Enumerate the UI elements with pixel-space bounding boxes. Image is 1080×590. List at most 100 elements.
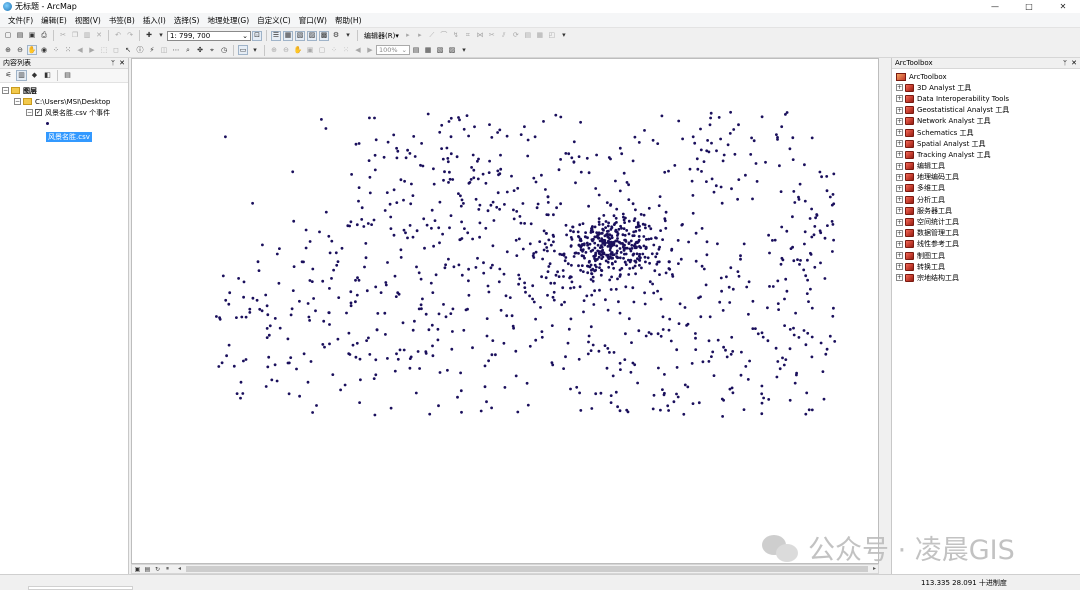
scenic-spot-point[interactable] <box>478 221 482 225</box>
scenic-spot-point[interactable] <box>479 409 483 413</box>
scenic-spot-point[interactable] <box>667 267 671 270</box>
scenic-spot-point[interactable] <box>515 210 519 213</box>
scenic-spot-point[interactable] <box>577 235 580 238</box>
scenic-spot-point[interactable] <box>623 358 627 361</box>
refresh-icon[interactable]: ↻ <box>153 565 162 573</box>
scenic-spot-point[interactable] <box>567 152 571 156</box>
full-extent-icon[interactable]: ◉ <box>39 45 49 55</box>
sketch-properties-icon[interactable]: ▦ <box>535 31 545 41</box>
scenic-spot-point[interactable] <box>677 322 681 325</box>
scenic-spot-point[interactable] <box>430 323 434 327</box>
scenic-spot-point[interactable] <box>374 138 378 142</box>
scenic-spot-point[interactable] <box>828 195 832 199</box>
scenic-spot-point[interactable] <box>265 327 269 330</box>
scenic-spot-point[interactable] <box>414 391 418 395</box>
open-folder-icon[interactable]: ▤ <box>15 31 25 41</box>
scenic-spot-point[interactable] <box>489 203 493 207</box>
list-by-selection-icon[interactable]: ◧ <box>42 70 53 81</box>
scenic-spot-point[interactable] <box>531 284 535 288</box>
scenic-spot-point[interactable] <box>618 247 622 250</box>
scenic-spot-point[interactable] <box>415 229 419 233</box>
scenic-spot-point[interactable] <box>791 245 794 249</box>
scenic-spot-point[interactable] <box>663 373 666 376</box>
scenic-spot-point[interactable] <box>751 299 755 303</box>
scenic-spot-point[interactable] <box>595 153 598 157</box>
edit-vertices-icon[interactable]: ⌗ <box>463 31 473 41</box>
scenic-spot-point[interactable] <box>702 267 706 271</box>
scenic-spot-point[interactable] <box>771 239 774 242</box>
scenic-spot-point[interactable] <box>355 341 359 345</box>
toolbox-item[interactable]: + 分析工具 <box>892 194 1080 205</box>
scenic-spot-point[interactable] <box>460 273 464 277</box>
data-view-icon[interactable]: ▣ <box>133 565 142 573</box>
scenic-spot-point[interactable] <box>825 175 829 178</box>
scenic-spot-point[interactable] <box>788 328 792 331</box>
layout-back-icon[interactable]: ◀ <box>353 45 363 55</box>
scenic-spot-point[interactable] <box>540 335 544 339</box>
scenic-spot-point[interactable] <box>438 130 442 134</box>
scenic-spot-point[interactable] <box>267 333 271 337</box>
scenic-spot-point[interactable] <box>526 154 530 158</box>
scenic-spot-point[interactable] <box>729 110 732 114</box>
scenic-spot-point[interactable] <box>315 404 318 407</box>
scenic-spot-point[interactable] <box>392 133 396 137</box>
scenic-spot-point[interactable] <box>572 230 575 234</box>
scenic-spot-point[interactable] <box>491 244 495 248</box>
scenic-spot-point[interactable] <box>733 152 737 156</box>
scenic-spot-point[interactable] <box>388 202 392 206</box>
scenic-spot-point[interactable] <box>616 277 619 281</box>
scenic-spot-point[interactable] <box>708 123 712 127</box>
scenic-spot-point[interactable] <box>581 270 585 273</box>
scenic-spot-point[interactable] <box>832 172 836 176</box>
scenic-spot-point[interactable] <box>518 277 522 281</box>
scenic-spot-point[interactable] <box>365 289 369 293</box>
scenic-spot-point[interactable] <box>360 218 364 221</box>
scenic-spot-point[interactable] <box>430 226 433 230</box>
scenic-spot-point[interactable] <box>443 170 446 174</box>
scenic-spot-point[interactable] <box>587 171 591 175</box>
scenic-spot-point[interactable] <box>628 267 632 270</box>
scenic-spot-point[interactable] <box>597 232 601 236</box>
scenic-spot-point[interactable] <box>345 311 348 315</box>
scenic-spot-point[interactable] <box>239 380 243 384</box>
menu-bookmarks[interactable]: 书签(B) <box>105 15 139 26</box>
scenic-spot-point[interactable] <box>531 297 534 301</box>
scenic-spot-point[interactable] <box>629 239 633 243</box>
scenic-spot-point[interactable] <box>612 214 616 218</box>
scenic-spot-point[interactable] <box>266 313 270 317</box>
scenic-spot-point[interactable] <box>778 367 782 371</box>
scenic-spot-point[interactable] <box>598 288 601 292</box>
scenic-spot-point[interactable] <box>824 352 828 356</box>
scenic-spot-point[interactable] <box>395 156 399 160</box>
scenic-spot-point[interactable] <box>465 114 469 117</box>
scenic-spot-point[interactable] <box>627 198 631 202</box>
scenic-spot-point[interactable] <box>512 217 516 221</box>
scenic-spot-point[interactable] <box>438 241 441 245</box>
scenic-spot-point[interactable] <box>659 408 662 412</box>
scenic-spot-point[interactable] <box>457 116 460 119</box>
scenic-spot-point[interactable] <box>532 300 536 304</box>
scenic-spot-point[interactable] <box>411 194 415 198</box>
scenic-spot-point[interactable] <box>515 254 519 257</box>
scenic-spot-point[interactable] <box>485 334 489 338</box>
scenic-spot-point[interactable] <box>484 226 488 230</box>
scenic-spot-point[interactable] <box>699 315 703 319</box>
scenic-spot-point[interactable] <box>797 336 801 339</box>
scenic-spot-point[interactable] <box>825 347 829 351</box>
scenic-spot-point[interactable] <box>357 142 361 145</box>
scenic-spot-point[interactable] <box>792 259 796 263</box>
scenic-spot-point[interactable] <box>550 324 554 327</box>
scenic-spot-point[interactable] <box>587 204 590 208</box>
scenic-spot-point[interactable] <box>729 352 733 356</box>
scenic-spot-point[interactable] <box>660 114 664 118</box>
scenic-spot-point[interactable] <box>472 168 476 172</box>
scenic-spot-point[interactable] <box>805 292 809 295</box>
scenic-spot-point[interactable] <box>354 142 358 146</box>
pin-icon[interactable]: ᛘ <box>1063 59 1067 67</box>
scenic-spot-point[interactable] <box>406 236 409 240</box>
scenic-spot-point[interactable] <box>564 355 567 359</box>
scenic-spot-point[interactable] <box>523 286 527 289</box>
scenic-spot-point[interactable] <box>328 287 331 290</box>
expand-toggle[interactable]: + <box>896 140 903 148</box>
scenic-spot-point[interactable] <box>678 302 682 306</box>
